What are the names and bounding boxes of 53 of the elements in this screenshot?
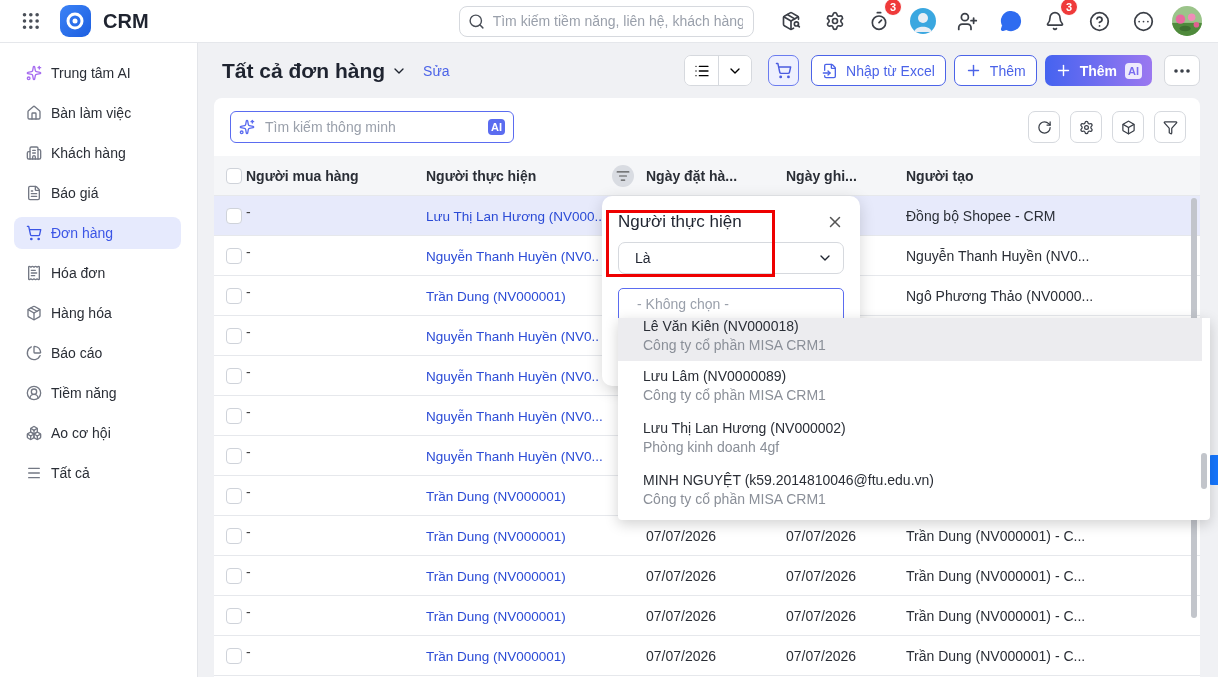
- sidebar-label: Đơn hàng: [51, 225, 114, 241]
- sidebar-label: Tiềm năng: [51, 385, 117, 401]
- table-cell: -: [246, 323, 251, 340]
- table-cell: Trần Dung (NV000001) - C...: [906, 527, 1086, 544]
- table-cell: Trần Dung (NV000001) - C...: [906, 567, 1086, 584]
- count-badge: 3: [884, 0, 902, 16]
- table-cell: Ngô Phương Thảo (NV0000...: [906, 287, 1094, 304]
- table-cell: -: [246, 203, 251, 220]
- option-name: MINH NGUYỆT (k59.2014810046@ftu.edu.vn): [643, 472, 935, 488]
- option-department: Phòng kinh doanh 4gf: [643, 439, 781, 455]
- sidebar-label: Báo cáo: [51, 345, 103, 361]
- table-cell: 07/07/2026: [646, 647, 717, 664]
- sidebar-label: Trung tâm AI: [51, 65, 131, 81]
- sidebar-label: Hóa đơn: [51, 265, 106, 281]
- table-cell: 07/07/2026: [646, 607, 717, 624]
- table-cell: 07/07/2026: [786, 527, 857, 544]
- ai-badge: AI: [1125, 62, 1142, 79]
- table-cell: -: [246, 643, 251, 660]
- table-cell: Nguyễn Thanh Huyền (NV0...: [906, 247, 1090, 264]
- sidebar-label: Khách hàng: [51, 145, 126, 161]
- sidebar-label: Ao cơ hội: [51, 425, 111, 441]
- sidebar-label: Hàng hóa: [51, 305, 112, 321]
- sidebar-label: Báo giá: [51, 185, 99, 201]
- option-department: Công ty cổ phần MISA CRM1: [643, 491, 827, 507]
- table-cell: -: [246, 403, 251, 420]
- ai-badge: AI: [488, 119, 505, 135]
- table-cell: -: [246, 603, 251, 620]
- app-name: CRM: [103, 9, 149, 33]
- page-title: Tất cả đơn hàng: [222, 58, 386, 83]
- option-department: Công ty cổ phần MISA CRM1: [643, 337, 827, 353]
- sidebar-label: Tất cả: [51, 465, 90, 481]
- table-cell: Trần Dung (NV000001) - C...: [906, 607, 1086, 624]
- option-name: Lê Văn Kiên (NV000018): [643, 318, 800, 334]
- option-name: Lưu Thị Lan Hương (NV000002): [643, 420, 847, 436]
- option-department: Công ty cổ phần MISA CRM1: [643, 387, 827, 403]
- table-cell: -: [246, 483, 251, 500]
- count-badge: 3: [1060, 0, 1078, 16]
- table-cell: Đồng bộ Shopee - CRM: [906, 207, 1056, 224]
- table-cell: -: [246, 443, 251, 460]
- table-cell: -: [246, 363, 251, 380]
- table-cell: -: [246, 563, 251, 580]
- table-cell: 07/07/2026: [786, 607, 857, 624]
- table-cell: 07/07/2026: [646, 567, 717, 584]
- table-cell: 07/07/2026: [646, 527, 717, 544]
- table-cell: 07/07/2026: [786, 567, 857, 584]
- popover-title: Người thực hiện: [618, 212, 742, 232]
- table-cell: -: [246, 523, 251, 540]
- sidebar-label: Bàn làm việc: [51, 105, 132, 121]
- table-cell: 07/07/2026: [786, 647, 857, 664]
- table-cell: -: [246, 283, 251, 300]
- table-cell: -: [246, 243, 251, 260]
- option-name: Lưu Lâm (NV0000089): [643, 368, 788, 384]
- table-cell: Trần Dung (NV000001) - C...: [906, 647, 1086, 664]
